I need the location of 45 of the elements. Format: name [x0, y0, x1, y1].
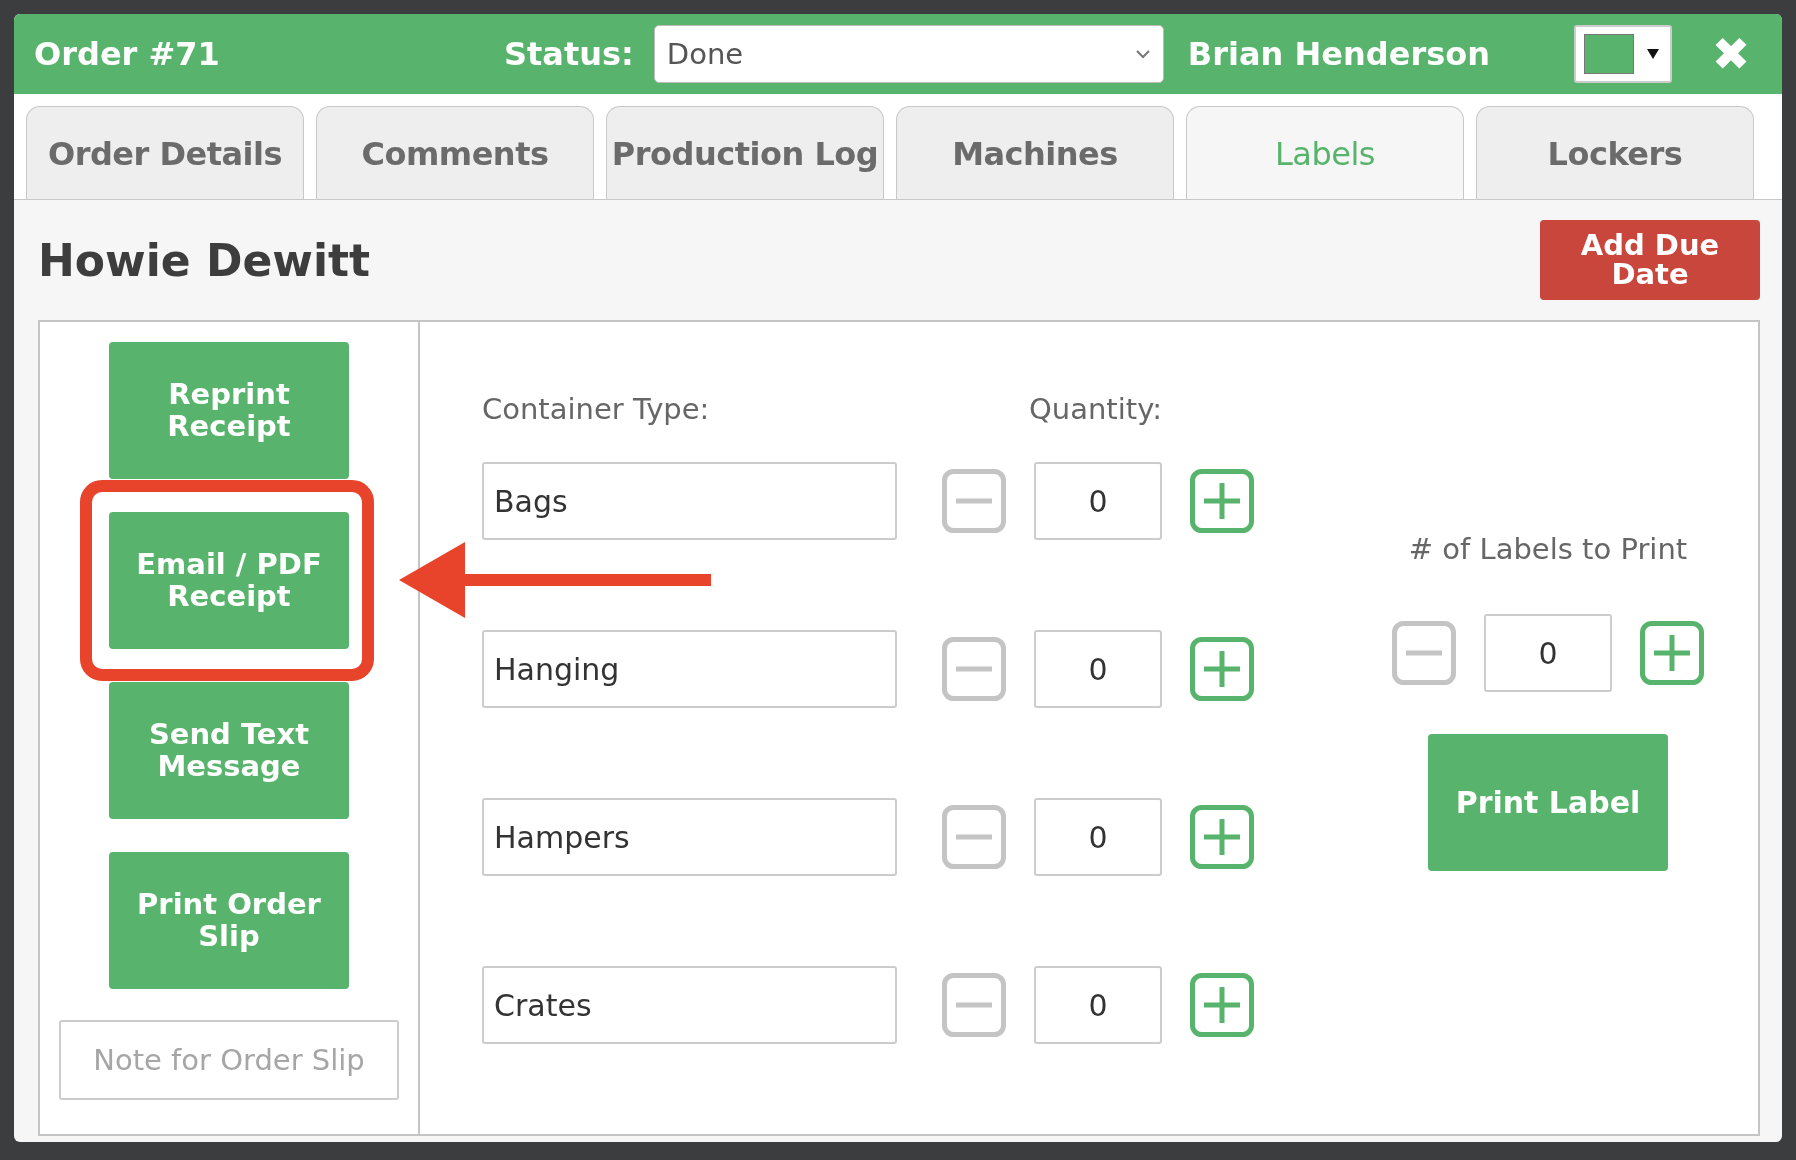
- color-picker[interactable]: [1573, 25, 1672, 83]
- tab[interactable]: Comments: [316, 106, 594, 200]
- minus-icon[interactable]: [1392, 621, 1456, 685]
- plus-icon[interactable]: [1190, 805, 1254, 869]
- container-type-field[interactable]: Bags: [482, 462, 897, 540]
- status-label: Status:: [504, 35, 634, 73]
- arrow-icon: [399, 542, 711, 618]
- container-type-field[interactable]: Crates: [482, 966, 897, 1044]
- tab[interactable]: Labels: [1186, 106, 1464, 200]
- quantity-field[interactable]: 0: [1484, 614, 1612, 692]
- status-dropdown[interactable]: Done: [653, 25, 1164, 83]
- close-button[interactable]: ✖: [1711, 31, 1751, 77]
- action-button[interactable]: Send Text Message: [109, 682, 349, 819]
- quantity-field[interactable]: 0: [1034, 630, 1162, 708]
- chevron-icon: [1134, 49, 1151, 59]
- action-button[interactable]: Reprint Receipt: [109, 342, 349, 479]
- minus-icon[interactable]: [942, 469, 1006, 533]
- plus-icon[interactable]: [1190, 973, 1254, 1037]
- quantity-field[interactable]: 0: [1034, 462, 1162, 540]
- plus-icon[interactable]: [1190, 637, 1254, 701]
- tab[interactable]: Production Log: [606, 106, 884, 200]
- print-label-button[interactable]: Print Label: [1428, 734, 1668, 871]
- user-name: Brian Henderson: [1187, 35, 1491, 73]
- tab[interactable]: Machines: [896, 106, 1174, 200]
- labels-to-print-label: # of Labels to Print: [1408, 532, 1688, 568]
- minus-icon[interactable]: [942, 805, 1006, 869]
- quantity-field[interactable]: 0: [1034, 798, 1162, 876]
- container-type-field[interactable]: Hampers: [482, 798, 897, 876]
- plus-icon[interactable]: [1640, 621, 1704, 685]
- plus-icon[interactable]: [1190, 469, 1254, 533]
- caret-icon: [1645, 48, 1660, 60]
- container-type-field[interactable]: Hanging: [482, 630, 897, 708]
- customer-name: Howie Dewitt: [38, 234, 371, 286]
- quantity-field[interactable]: 0: [1034, 966, 1162, 1044]
- action-button[interactable]: Email / PDF Receipt: [109, 512, 349, 649]
- tab[interactable]: Lockers: [1476, 106, 1754, 200]
- add-due-date-button[interactable]: Add Due Date: [1540, 220, 1760, 300]
- minus-icon[interactable]: [942, 973, 1006, 1037]
- quantity-label: Quantity:: [1029, 392, 1162, 428]
- tab[interactable]: Order Details: [26, 106, 304, 200]
- container-type-label: Container Type:: [482, 392, 711, 428]
- action-button[interactable]: Print Order Slip: [109, 852, 349, 989]
- order-title: Order #71: [34, 35, 221, 73]
- note-field[interactable]: Note for Order Slip: [59, 1020, 399, 1100]
- minus-icon[interactable]: [942, 637, 1006, 701]
